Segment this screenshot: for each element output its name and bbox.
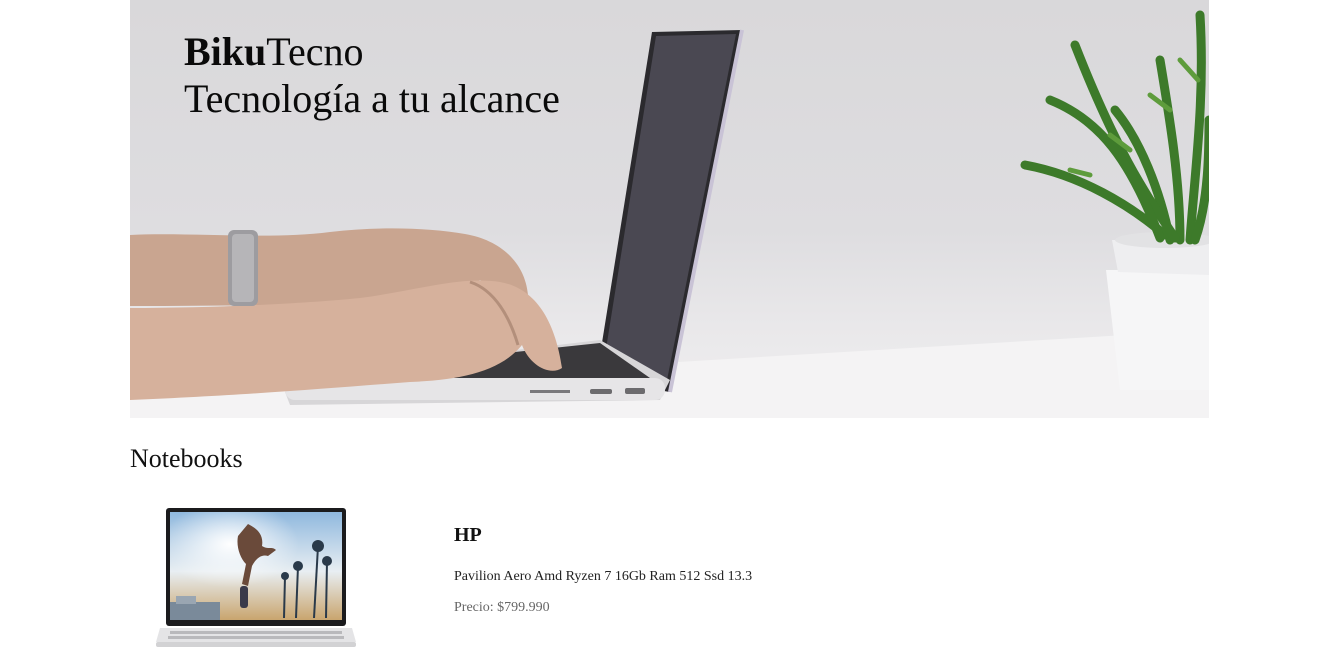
product-image[interactable] — [156, 506, 356, 649]
section-title-notebooks: Notebooks — [130, 444, 243, 473]
brand-name: BikuTecno — [184, 28, 560, 75]
product-price: Precio: $799.990 — [454, 600, 550, 615]
hero-banner: BikuTecno Tecnología a tu alcance — [130, 0, 1209, 418]
hero-tagline: Tecnología a tu alcance — [184, 76, 560, 121]
brand-name-bold: Biku — [184, 29, 267, 74]
hero-heading: BikuTecno Tecnología a tu alcance — [184, 28, 560, 122]
product-description: Pavilion Aero Amd Ryzen 7 16Gb Ram 512 S… — [454, 569, 753, 584]
product-brand[interactable]: HP — [454, 524, 482, 547]
page: BikuTecno Tecnología a tu alcance Notebo… — [0, 0, 1343, 649]
brand-name-regular: Tecno — [266, 29, 364, 74]
